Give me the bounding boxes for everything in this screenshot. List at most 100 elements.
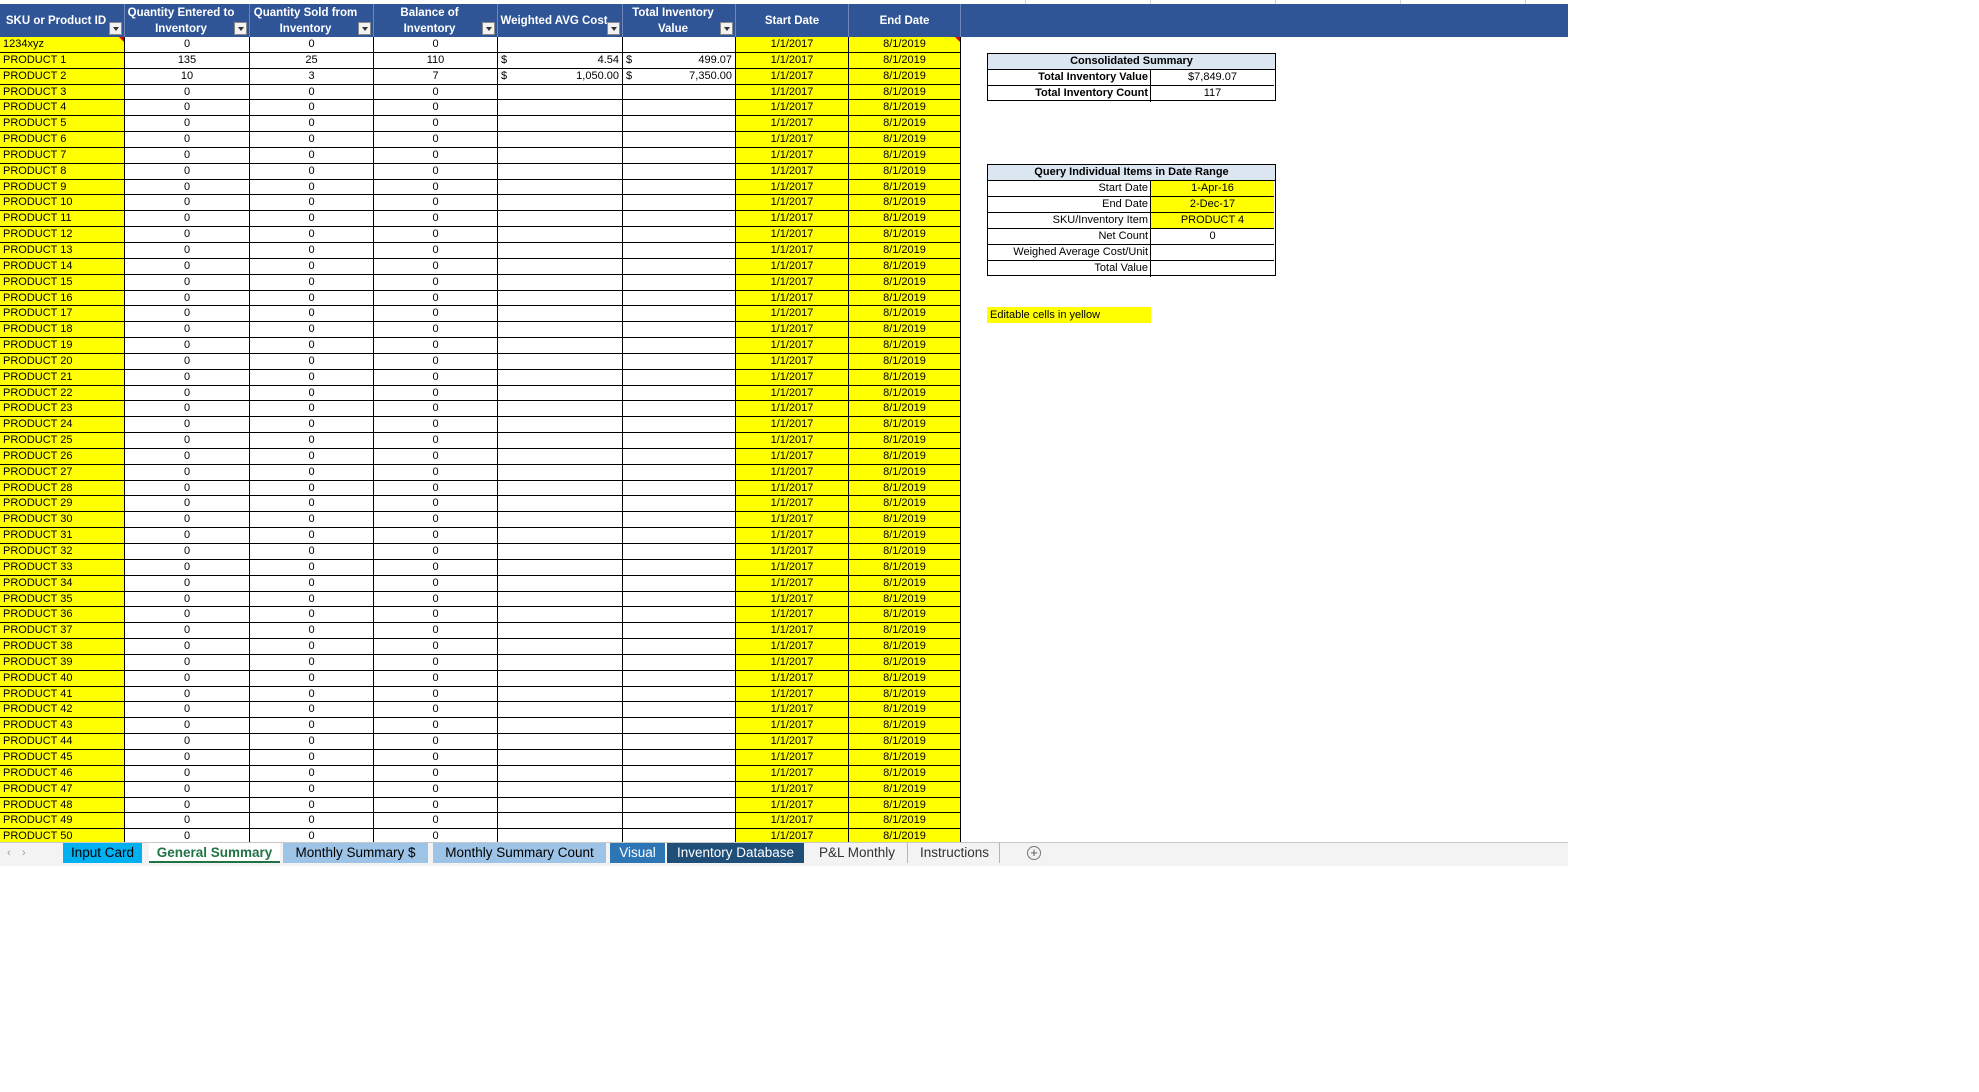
quantity-sold-cell[interactable]: 0 (250, 258, 374, 275)
quantity-sold-cell[interactable]: 0 (250, 84, 374, 101)
sheet-tab[interactable]: Monthly Summary Count (433, 843, 606, 863)
total-inventory-value-cell[interactable] (623, 37, 736, 53)
start-date-cell[interactable]: 1/1/2017 (736, 639, 849, 655)
start-date-cell[interactable]: 1/1/2017 (736, 575, 849, 592)
balance-cell[interactable]: 0 (374, 242, 498, 259)
sku-cell[interactable]: PRODUCT 13 (0, 242, 125, 259)
quantity-entered-cell[interactable]: 0 (125, 480, 250, 497)
weighted-avg-cost-cell[interactable] (498, 433, 623, 449)
balance-cell[interactable]: 0 (374, 702, 498, 719)
balance-cell[interactable]: 0 (374, 338, 498, 354)
quantity-sold-cell[interactable]: 0 (250, 448, 374, 465)
sku-cell[interactable]: PRODUCT 16 (0, 290, 125, 307)
quantity-entered-cell[interactable]: 0 (125, 274, 250, 291)
total-inventory-value-cell[interactable] (623, 496, 736, 513)
quantity-entered-cell[interactable]: 0 (125, 322, 250, 339)
quantity-sold-cell[interactable]: 0 (250, 385, 374, 402)
start-date-cell[interactable]: 1/1/2017 (736, 813, 849, 830)
quantity-sold-cell[interactable]: 0 (250, 623, 374, 640)
start-date-cell[interactable]: 1/1/2017 (736, 100, 849, 117)
sheet-tab[interactable]: Input Card (63, 843, 142, 863)
quantity-entered-cell[interactable]: 0 (125, 353, 250, 370)
quantity-sold-cell[interactable]: 0 (250, 306, 374, 323)
end-date-cell[interactable]: 8/1/2019 (849, 147, 961, 164)
column-header[interactable]: Start Date (736, 4, 849, 37)
end-date-cell[interactable]: 8/1/2019 (849, 369, 961, 386)
quantity-sold-cell[interactable]: 0 (250, 100, 374, 117)
start-date-cell[interactable]: 1/1/2017 (736, 84, 849, 101)
balance-cell[interactable]: 0 (374, 132, 498, 148)
sku-cell[interactable]: PRODUCT 17 (0, 306, 125, 323)
editable-cells-note[interactable]: Editable cells in yellow (987, 307, 1151, 323)
column-header[interactable]: Weighted AVG Cost (498, 4, 623, 37)
total-inventory-value-cell[interactable] (623, 242, 736, 259)
total-inventory-value-cell[interactable] (623, 195, 736, 212)
start-date-cell[interactable]: 1/1/2017 (736, 480, 849, 497)
end-date-cell[interactable]: 8/1/2019 (849, 417, 961, 434)
total-inventory-value-cell[interactable] (623, 544, 736, 560)
sku-cell[interactable]: PRODUCT 14 (0, 258, 125, 275)
quantity-entered-cell[interactable]: 0 (125, 100, 250, 117)
total-inventory-value-cell[interactable] (623, 84, 736, 101)
quantity-entered-cell[interactable]: 10 (125, 68, 250, 85)
quantity-entered-cell[interactable]: 0 (125, 258, 250, 275)
weighted-avg-cost-cell[interactable] (498, 179, 623, 196)
quantity-entered-cell[interactable]: 0 (125, 734, 250, 750)
total-inventory-value-cell[interactable] (623, 433, 736, 449)
query-sku-input[interactable]: PRODUCT 4 (1151, 213, 1274, 229)
balance-cell[interactable]: 0 (374, 116, 498, 133)
end-date-cell[interactable]: 8/1/2019 (849, 116, 961, 133)
total-inventory-value-cell[interactable] (623, 686, 736, 703)
quantity-sold-cell[interactable]: 0 (250, 591, 374, 608)
total-inventory-value-cell[interactable] (623, 654, 736, 671)
start-date-cell[interactable]: 1/1/2017 (736, 765, 849, 782)
sku-cell[interactable]: PRODUCT 7 (0, 147, 125, 164)
quantity-sold-cell[interactable]: 0 (250, 702, 374, 719)
quantity-entered-cell[interactable]: 0 (125, 369, 250, 386)
end-date-cell[interactable]: 8/1/2019 (849, 290, 961, 307)
total-inventory-value-cell[interactable] (623, 132, 736, 148)
weighted-avg-cost-cell[interactable]: $4.54 (498, 52, 623, 69)
balance-cell[interactable]: 0 (374, 544, 498, 560)
end-date-cell[interactable]: 8/1/2019 (849, 623, 961, 640)
total-inventory-value-cell[interactable]: $499.07 (623, 52, 736, 69)
weighted-avg-cost-cell[interactable] (498, 163, 623, 180)
sku-cell[interactable]: PRODUCT 42 (0, 702, 125, 719)
quantity-entered-cell[interactable]: 0 (125, 512, 250, 529)
start-date-cell[interactable]: 1/1/2017 (736, 290, 849, 307)
end-date-cell[interactable]: 8/1/2019 (849, 559, 961, 576)
balance-cell[interactable]: 0 (374, 686, 498, 703)
sku-cell[interactable]: PRODUCT 31 (0, 528, 125, 544)
sku-cell[interactable]: PRODUCT 48 (0, 797, 125, 814)
quantity-entered-cell[interactable]: 0 (125, 813, 250, 830)
quantity-entered-cell[interactable]: 0 (125, 765, 250, 782)
end-date-cell[interactable]: 8/1/2019 (849, 575, 961, 592)
weighted-avg-cost-cell[interactable] (498, 575, 623, 592)
quantity-sold-cell[interactable]: 0 (250, 464, 374, 481)
sku-cell[interactable]: PRODUCT 32 (0, 544, 125, 560)
end-date-cell[interactable]: 8/1/2019 (849, 227, 961, 243)
end-date-cell[interactable]: 8/1/2019 (849, 132, 961, 148)
sku-cell[interactable]: PRODUCT 1 (0, 52, 125, 69)
sku-cell[interactable]: PRODUCT 4 (0, 100, 125, 117)
query-total-value-value[interactable] (1151, 261, 1274, 277)
query-end-date-input[interactable]: 2-Dec-17 (1151, 197, 1274, 213)
balance-cell[interactable]: 0 (374, 401, 498, 418)
sku-cell[interactable]: PRODUCT 37 (0, 623, 125, 640)
start-date-cell[interactable]: 1/1/2017 (736, 544, 849, 560)
sku-cell[interactable]: PRODUCT 26 (0, 448, 125, 465)
query-weighted-cost-value[interactable] (1151, 245, 1274, 261)
total-inventory-value-cell[interactable] (623, 765, 736, 782)
sku-cell[interactable]: PRODUCT 5 (0, 116, 125, 133)
balance-cell[interactable]: 0 (374, 179, 498, 196)
start-date-cell[interactable]: 1/1/2017 (736, 211, 849, 228)
total-inventory-value-cell[interactable] (623, 797, 736, 814)
quantity-sold-cell[interactable]: 0 (250, 559, 374, 576)
add-sheet-icon[interactable]: + (1027, 846, 1041, 860)
balance-cell[interactable]: 0 (374, 480, 498, 497)
quantity-sold-cell[interactable]: 0 (250, 147, 374, 164)
sku-cell[interactable]: PRODUCT 33 (0, 559, 125, 576)
end-date-cell[interactable]: 8/1/2019 (849, 639, 961, 655)
balance-cell[interactable]: 0 (374, 718, 498, 735)
quantity-entered-cell[interactable]: 0 (125, 639, 250, 655)
